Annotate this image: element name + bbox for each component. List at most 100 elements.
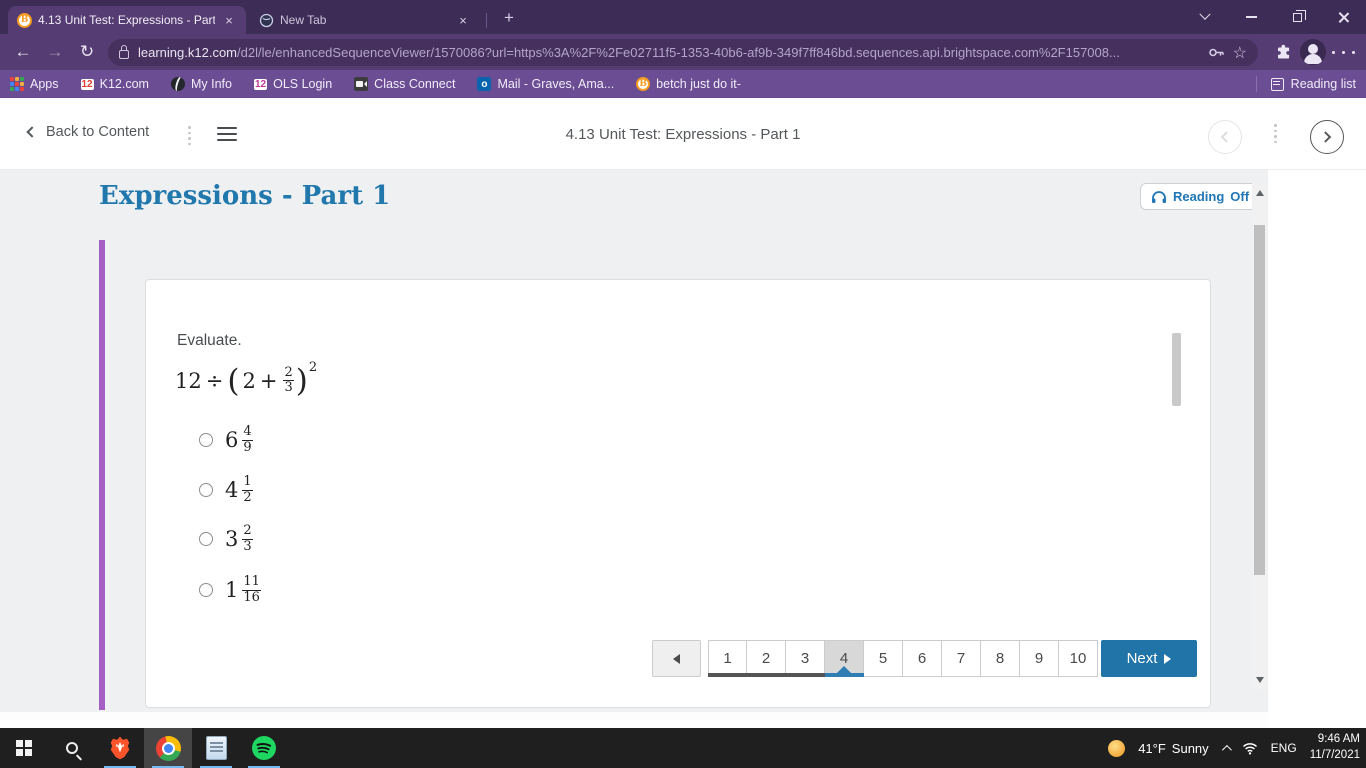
taskbar-notepad-app[interactable] (192, 728, 240, 768)
new-tab-button[interactable]: + (498, 7, 520, 29)
tab-unit-test[interactable]: B 4.13 Unit Test: Expressions - Part × (8, 6, 246, 34)
page-button-8[interactable]: 8 (981, 640, 1020, 677)
tray-expand-icon[interactable] (1221, 744, 1232, 755)
radio-button[interactable] (199, 583, 213, 597)
taskbar-brave-app[interactable] (96, 728, 144, 768)
tab-close-icon[interactable]: × (455, 12, 471, 28)
forward-button[interactable]: → (40, 34, 70, 70)
plus-sign: + (259, 368, 278, 393)
profile-avatar[interactable] (1298, 39, 1328, 65)
page-button-7[interactable]: 7 (942, 640, 981, 677)
weather-widget[interactable]: 41°F Sunny (1138, 741, 1208, 756)
radio-button[interactable] (199, 433, 213, 447)
browser-titlebar: B 4.13 Unit Test: Expressions - Part × N… (0, 0, 1366, 34)
bookmark-k12[interactable]: 12 K12.com (80, 77, 149, 91)
previous-page-button[interactable] (1208, 120, 1242, 154)
answer-option-2[interactable]: 412 (199, 472, 255, 508)
minimize-icon (1245, 16, 1257, 18)
reading-state: Off (1230, 189, 1250, 204)
next-page-button[interactable] (1310, 120, 1344, 154)
language-indicator[interactable]: ENG (1271, 741, 1297, 755)
bookmark-mail[interactable]: o Mail - Graves, Ama... (477, 77, 614, 91)
next-label: Next (1126, 650, 1158, 667)
wifi-icon[interactable] (1242, 742, 1258, 755)
tab-search-button[interactable] (1182, 0, 1228, 34)
answer-option-4[interactable]: 1 11 16 (199, 572, 263, 608)
brave-icon (110, 736, 130, 760)
bookmark-apps[interactable]: Apps (10, 77, 59, 91)
tab-separator (486, 13, 487, 28)
minimize-button[interactable] (1228, 0, 1274, 34)
content-scrollbar[interactable] (1252, 183, 1267, 690)
page-button-10[interactable]: 10 (1059, 640, 1098, 677)
reading-list-button[interactable]: Reading list (1291, 77, 1356, 91)
spotify-icon (252, 736, 276, 760)
lock-icon[interactable] (119, 44, 129, 59)
reload-button[interactable]: ↻ (72, 34, 102, 70)
bookmark-ols-login[interactable]: 12 OLS Login (253, 77, 332, 91)
scroll-down-icon[interactable] (1255, 677, 1264, 683)
page-button-1[interactable]: 1 (708, 640, 747, 677)
time: 9:46 AM (1317, 733, 1360, 746)
chevron-left-icon (1220, 131, 1233, 143)
globe-favicon-icon (259, 13, 274, 27)
brightspace-favicon-icon: B (17, 12, 32, 28)
tab-new-tab[interactable]: New Tab × (250, 6, 480, 34)
video-camera-icon (354, 77, 369, 91)
taskbar-chrome-app[interactable] (144, 728, 192, 768)
question-scrollbar-thumb[interactable] (1172, 333, 1181, 406)
temperature: 41°F (1138, 740, 1166, 756)
course-header: Back to Content 4.13 Unit Test: Expressi… (0, 98, 1366, 170)
radio-button[interactable] (199, 483, 213, 497)
bookmark-my-info[interactable]: My Info (170, 77, 232, 91)
apps-grid-icon (10, 77, 24, 91)
weather-sun-icon[interactable] (1108, 739, 1126, 757)
reading-label: Reading (1173, 189, 1225, 204)
exponent: 2 (308, 360, 318, 375)
page-breadcrumb-title: 4.13 Unit Test: Expressions - Part 1 (565, 126, 801, 143)
page-button-9[interactable]: 9 (1020, 640, 1059, 677)
notepad-icon (205, 736, 227, 760)
address-bar[interactable]: learning.k12.com /d2l/le/enhancedSequenc… (108, 39, 1258, 66)
current-page-bar (825, 673, 864, 677)
taskbar-clock[interactable]: 9:46 AM 11/7/2021 (1310, 732, 1360, 763)
page-button-2[interactable]: 2 (747, 640, 786, 677)
taskbar-spotify-app[interactable] (240, 728, 288, 768)
page-button-3[interactable]: 3 (786, 640, 825, 677)
start-button[interactable] (0, 728, 48, 768)
pagination-previous-button[interactable] (652, 640, 701, 677)
pagination-next-button[interactable]: Next (1101, 640, 1197, 677)
screen: B 4.13 Unit Test: Expressions - Part × N… (0, 0, 1366, 768)
bookmark-class-connect[interactable]: Class Connect (354, 77, 455, 91)
back-button[interactable]: ← (8, 34, 38, 70)
reading-toggle-button[interactable]: Reading Off (1140, 183, 1261, 210)
browser-menu-icon[interactable] (1328, 49, 1358, 56)
page-button-6[interactable]: 6 (903, 640, 942, 677)
pagination: 1 2 3 4 5 6 7 8 9 10 (708, 640, 1098, 677)
divide-sign: ÷ (205, 368, 224, 393)
windows-taskbar: 41°F Sunny ENG 9:46 AM 11/7/2021 (0, 728, 1366, 768)
answer-option-1[interactable]: 649 (199, 422, 255, 458)
page-button-5[interactable]: 5 (864, 640, 903, 677)
question-accent-bar (99, 240, 105, 710)
scrollbar-thumb[interactable] (1254, 225, 1265, 575)
windows-logo-icon (16, 740, 32, 756)
answer-option-3[interactable]: 323 (199, 521, 255, 557)
bookmark-betch[interactable]: B betch just do it- (636, 77, 741, 91)
url-path: /d2l/le/enhancedSequenceViewer/1570086?u… (237, 45, 1120, 60)
answered-progress-bar (708, 673, 825, 677)
restore-button[interactable] (1274, 0, 1320, 34)
bookmark-star-icon[interactable]: ☆ (1233, 43, 1247, 63)
extensions-puzzle-icon[interactable] (1268, 44, 1298, 61)
close-window-button[interactable] (1320, 0, 1366, 34)
tab-close-icon[interactable]: × (221, 12, 237, 28)
radio-button[interactable] (199, 532, 213, 546)
taskbar-search-button[interactable] (48, 728, 96, 768)
question-expression: 12 ÷ ( 2 + 2 3 ) 2 (175, 360, 318, 399)
password-key-icon[interactable] (1208, 44, 1225, 61)
chevron-right-icon (1319, 131, 1332, 143)
content-margin (0, 712, 1268, 728)
question-prompt: Evaluate. (177, 332, 242, 349)
bookmark-label: My Info (190, 77, 232, 91)
scroll-up-icon[interactable] (1255, 190, 1264, 196)
